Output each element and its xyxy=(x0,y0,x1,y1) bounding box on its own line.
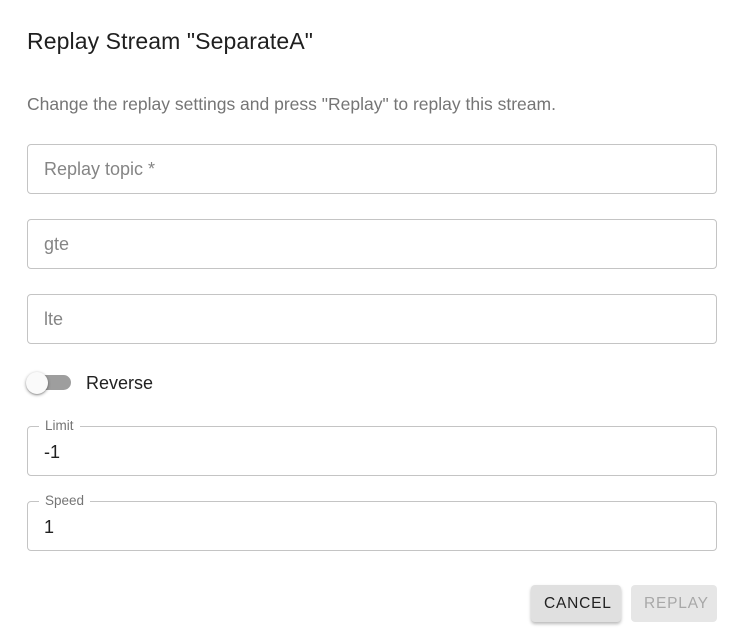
reverse-toggle-row: Reverse xyxy=(25,368,153,398)
cancel-button[interactable]: Cancel xyxy=(531,585,621,622)
replay-topic-field xyxy=(27,144,717,194)
gte-field xyxy=(27,219,717,269)
limit-input[interactable] xyxy=(44,428,700,476)
replay-button[interactable]: Replay xyxy=(631,585,717,622)
dialog-actions: Cancel Replay xyxy=(531,585,717,622)
dialog-description: Change the replay settings and press "Re… xyxy=(27,94,556,114)
lte-field xyxy=(27,294,717,344)
gte-input[interactable] xyxy=(44,220,700,268)
limit-field: Limit xyxy=(27,418,717,476)
lte-input[interactable] xyxy=(44,295,700,343)
replay-stream-dialog: Replay Stream "SeparateA" Change the rep… xyxy=(0,0,744,642)
replay-topic-input[interactable] xyxy=(44,145,700,193)
reverse-label: Reverse xyxy=(86,373,154,393)
speed-field: Speed xyxy=(27,493,717,551)
dialog-title: Replay Stream "SeparateA" xyxy=(27,28,314,54)
reverse-toggle[interactable] xyxy=(25,368,71,398)
speed-input[interactable] xyxy=(44,503,700,551)
toggle-thumb xyxy=(26,372,48,394)
